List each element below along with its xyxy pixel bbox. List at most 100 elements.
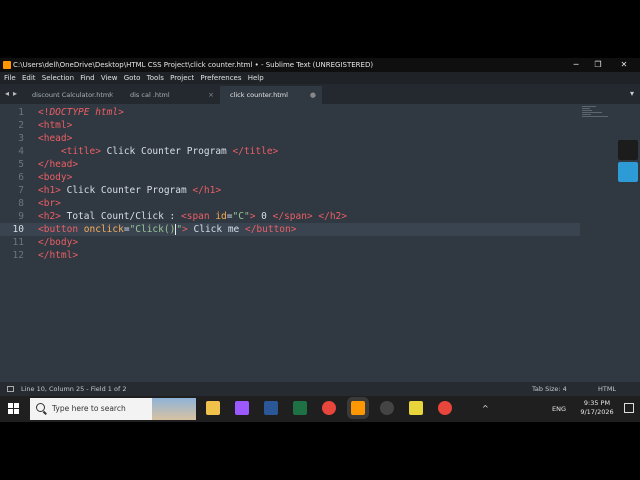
code-line[interactable]: <br>: [38, 197, 61, 210]
overlay-badge-icon-2: [618, 162, 638, 182]
tab-discount-calculator[interactable]: discount Calculator.html ×: [22, 86, 120, 104]
code-token: <br>: [38, 198, 61, 209]
code-line[interactable]: </html>: [38, 249, 78, 262]
code-line[interactable]: <head>: [38, 132, 72, 145]
code-token: onclick: [83, 224, 124, 235]
code-line[interactable]: <h2> Total Count/Click : <span id="C"> 0…: [38, 210, 347, 223]
code-line[interactable]: </head>: [38, 158, 78, 171]
code-token: >: [118, 107, 124, 118]
word-icon[interactable]: [264, 401, 278, 415]
minimize-button[interactable]: ─: [566, 58, 586, 72]
notification-icon[interactable]: [624, 403, 634, 413]
code-token: id: [215, 211, 227, 222]
file-explorer-icon[interactable]: [206, 401, 220, 415]
line-number: 12: [12, 250, 24, 261]
clock[interactable]: 9:35 PM 9/17/2026: [576, 399, 618, 417]
tab-label: discount Calculator.html: [32, 91, 112, 99]
excel-icon[interactable]: [293, 401, 307, 415]
line-number: 6: [18, 172, 24, 183]
paint-icon[interactable]: [409, 401, 423, 415]
tab-nav-left-icon[interactable]: ◂: [5, 89, 9, 98]
obs-icon[interactable]: [380, 401, 394, 415]
code-token: </head>: [38, 159, 79, 170]
code-token: "C": [232, 211, 250, 222]
copilot-icon[interactable]: [235, 401, 249, 415]
tab-close-icon[interactable]: ×: [108, 86, 114, 104]
search-placeholder: Type here to search: [52, 404, 126, 413]
code-token: 0: [255, 211, 273, 222]
code-token: Click Counter Program: [100, 146, 233, 157]
menu-selection[interactable]: Selection: [42, 72, 74, 84]
code-token: <span: [181, 211, 216, 222]
code-token: Total Count/Click :: [60, 211, 181, 222]
code-token: </button>: [244, 224, 297, 235]
menu-help[interactable]: Help: [248, 72, 264, 84]
sublime-app-icon: [3, 61, 11, 69]
clock-time: 9:35 PM: [583, 399, 611, 407]
code-token: <head>: [38, 133, 73, 144]
windows-start-icon[interactable]: [8, 403, 19, 414]
code-line[interactable]: <h1> Click Counter Program </h1>: [38, 184, 221, 197]
code-line[interactable]: <title> Click Counter Program </title>: [38, 145, 278, 158]
tab-close-icon[interactable]: ×: [208, 86, 214, 104]
syntax-indicator[interactable]: HTML: [598, 382, 616, 396]
code-token: </span>: [272, 211, 313, 222]
tab-label: dis cal .html: [130, 91, 170, 99]
screen: C:\Users\dell\OneDrive\Desktop\HTML CSS …: [0, 58, 640, 422]
code-token: </html>: [38, 250, 79, 261]
tab-dis-cal[interactable]: dis cal .html ×: [120, 86, 220, 104]
code-token: Click Counter Program: [60, 185, 193, 196]
code-line[interactable]: <body>: [38, 171, 72, 184]
code-line[interactable]: <button onclick="Click()"> Click me </bu…: [38, 223, 296, 236]
code-token: </body>: [38, 237, 79, 248]
chrome-icon[interactable]: [322, 401, 336, 415]
code-token: </title>: [232, 146, 279, 157]
code-token: </h1>: [192, 185, 222, 196]
minimap[interactable]: [582, 106, 610, 122]
taskbar-search-box[interactable]: Type here to search: [30, 398, 196, 420]
tab-size-indicator[interactable]: Tab Size: 4: [532, 382, 567, 396]
maximize-button[interactable]: ❐: [588, 58, 608, 72]
chrome-icon-2[interactable]: [438, 401, 452, 415]
line-number: 11: [12, 237, 24, 248]
menu-find[interactable]: Find: [80, 72, 94, 84]
code-line[interactable]: </body>: [38, 236, 78, 249]
title-bar[interactable]: C:\Users\dell\OneDrive\Desktop\HTML CSS …: [0, 58, 640, 72]
menu-edit[interactable]: Edit: [22, 72, 36, 84]
code-token: <h1>: [38, 185, 61, 196]
code-token: DOCTYPE html: [49, 107, 119, 118]
line-number: 10: [12, 224, 24, 235]
tab-unsaved-dot-icon[interactable]: ●: [310, 86, 316, 104]
menu-goto[interactable]: Goto: [124, 72, 141, 84]
code-line[interactable]: <html>: [38, 119, 72, 132]
menu-view[interactable]: View: [101, 72, 118, 84]
tab-click-counter[interactable]: click counter.html ●: [220, 86, 322, 104]
menu-bar: File Edit Selection Find View Goto Tools…: [0, 72, 640, 84]
menu-project[interactable]: Project: [170, 72, 194, 84]
tab-list-menu-icon[interactable]: ▾: [630, 89, 634, 98]
line-number: 7: [18, 185, 24, 196]
code-token: <title>: [60, 146, 101, 157]
close-button[interactable]: ✕: [614, 58, 634, 72]
line-number: 4: [18, 146, 24, 157]
language-indicator[interactable]: ENG: [552, 405, 566, 413]
panel-toggle-icon[interactable]: [7, 386, 14, 392]
cursor-position: Line 10, Column 25 - Field 1 of 2: [21, 385, 127, 393]
tab-nav-right-icon[interactable]: ▸: [13, 89, 17, 98]
line-number: 2: [18, 120, 24, 131]
tray-overflow-chevron-icon[interactable]: ^: [482, 404, 489, 413]
code-token: Click me: [187, 224, 245, 235]
sublime-text-icon[interactable]: [351, 401, 365, 415]
menu-file[interactable]: File: [4, 72, 16, 84]
line-number: 9: [18, 211, 24, 222]
overlay-badge-icon: [618, 140, 638, 160]
menu-tools[interactable]: Tools: [147, 72, 164, 84]
code-token: <!: [38, 107, 50, 118]
code-line[interactable]: <!DOCTYPE html>: [38, 106, 124, 119]
menu-preferences[interactable]: Preferences: [200, 72, 241, 84]
code-token: <body>: [38, 172, 73, 183]
search-highlight-image: [152, 398, 196, 420]
code-editor[interactable]: 1 2 3 4 5 6 7 8 9 10 11 12 <!DOCTYPE html> <html> <he…: [0, 104, 640, 382]
windows-taskbar: Type here to search ^ ENG 9:35 PM 9/17/2…: [0, 396, 640, 422]
